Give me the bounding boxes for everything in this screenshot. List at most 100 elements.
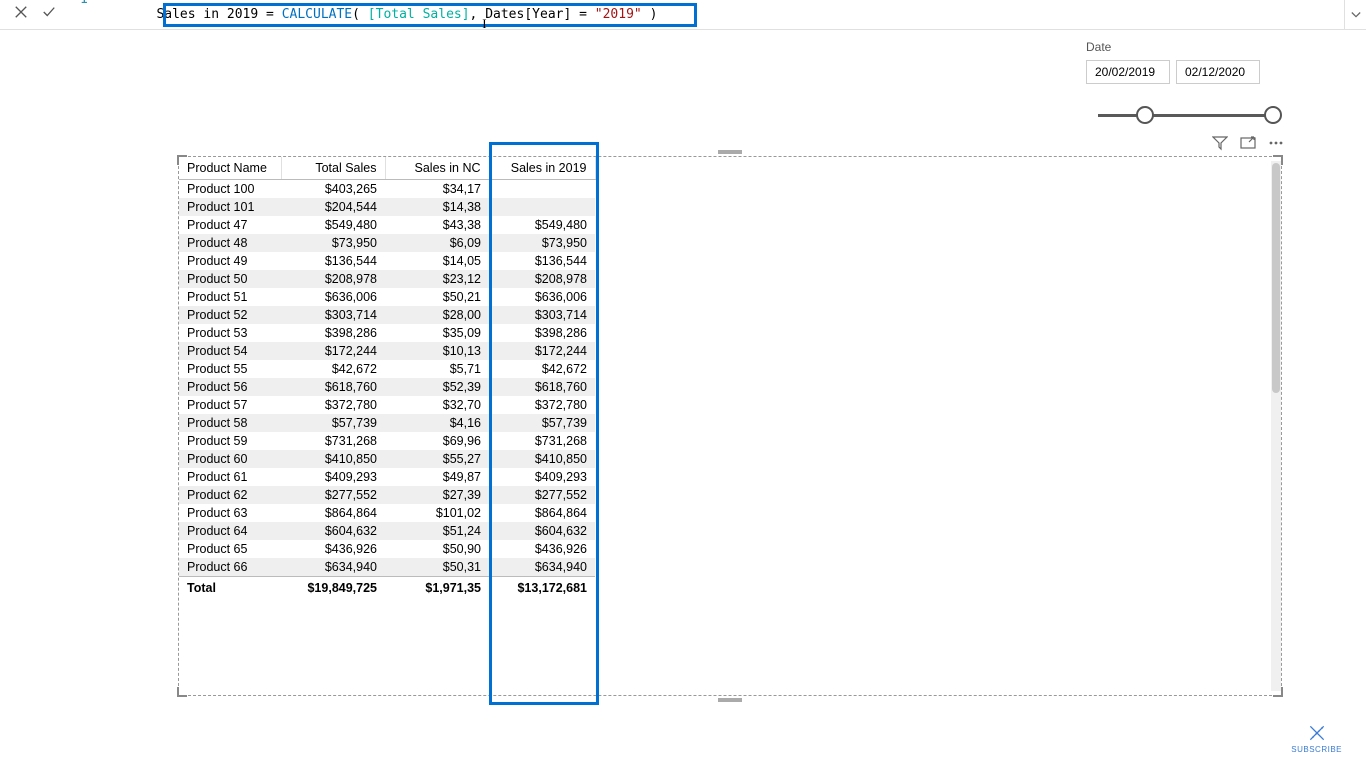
cell-sales-nc: $5,71 bbox=[385, 360, 489, 378]
commit-formula-button[interactable] bbox=[42, 5, 56, 24]
resize-handle-bottom[interactable] bbox=[718, 698, 742, 702]
cell-product-name: Product 47 bbox=[179, 216, 281, 234]
cell-total-sales: $303,714 bbox=[281, 306, 385, 324]
formula-input-area[interactable]: 1 Sales in 2019 = CALCULATE( [Total Sale… bbox=[70, 0, 1344, 29]
close-icon bbox=[14, 5, 28, 19]
cell-total-sales: $549,480 bbox=[281, 216, 385, 234]
table-row[interactable]: Product 48$73,950$6,09$73,950 bbox=[179, 234, 595, 252]
slider-thumb-end[interactable] bbox=[1264, 106, 1282, 124]
cell-sales-nc: $14,05 bbox=[385, 252, 489, 270]
visual-header-icons bbox=[1212, 135, 1284, 156]
cell-product-name: Product 101 bbox=[179, 198, 281, 216]
date-end-input[interactable] bbox=[1176, 60, 1260, 84]
resize-handle-bl[interactable] bbox=[177, 687, 187, 697]
cell-sales-nc: $23,12 bbox=[385, 270, 489, 288]
ellipsis-icon bbox=[1268, 135, 1284, 151]
table-row[interactable]: Product 58$57,739$4,16$57,739 bbox=[179, 414, 595, 432]
cell-product-name: Product 100 bbox=[179, 180, 281, 199]
cell-sales-nc: $49,87 bbox=[385, 468, 489, 486]
table-row[interactable]: Product 56$618,760$52,39$618,760 bbox=[179, 378, 595, 396]
cell-total-sales: $403,265 bbox=[281, 180, 385, 199]
column-header-sales-2019[interactable]: Sales in 2019 bbox=[489, 157, 595, 180]
cell-sales-2019: $277,552 bbox=[489, 486, 595, 504]
cell-total-sales: $618,760 bbox=[281, 378, 385, 396]
table-row[interactable]: Product 61$409,293$49,87$409,293 bbox=[179, 468, 595, 486]
cell-product-name: Product 65 bbox=[179, 540, 281, 558]
cell-sales-nc: $43,38 bbox=[385, 216, 489, 234]
table-row[interactable]: Product 57$372,780$32,70$372,780 bbox=[179, 396, 595, 414]
cell-total-sales: $410,850 bbox=[281, 450, 385, 468]
table-row[interactable]: Product 60$410,850$55,27$410,850 bbox=[179, 450, 595, 468]
table-row[interactable]: Product 51$636,006$50,21$636,006 bbox=[179, 288, 595, 306]
cell-product-name: Product 66 bbox=[179, 558, 281, 577]
subscribe-badge[interactable]: SUBSCRIBE bbox=[1291, 723, 1342, 754]
table-row[interactable]: Product 49$136,544$14,05$136,544 bbox=[179, 252, 595, 270]
cell-total-sales: $634,940 bbox=[281, 558, 385, 577]
table-row[interactable]: Product 54$172,244$10,13$172,244 bbox=[179, 342, 595, 360]
table-header-row: Product Name Total Sales Sales in NC Sal… bbox=[179, 157, 595, 180]
formula-line-number: 1 bbox=[80, 0, 88, 7]
scrollbar-thumb[interactable] bbox=[1272, 163, 1280, 393]
date-start-input[interactable] bbox=[1086, 60, 1170, 84]
cell-sales-nc: $35,09 bbox=[385, 324, 489, 342]
resize-handle-top[interactable] bbox=[718, 150, 742, 154]
more-options-button[interactable] bbox=[1268, 135, 1284, 156]
cell-sales-2019: $73,950 bbox=[489, 234, 595, 252]
cell-product-name: Product 63 bbox=[179, 504, 281, 522]
cancel-formula-button[interactable] bbox=[14, 5, 28, 24]
cell-product-name: Product 49 bbox=[179, 252, 281, 270]
date-range-slider[interactable] bbox=[1086, 96, 1286, 136]
cell-sales-2019: $410,850 bbox=[489, 450, 595, 468]
cell-sales-2019: $57,739 bbox=[489, 414, 595, 432]
resize-handle-tl[interactable] bbox=[177, 155, 187, 165]
focus-mode-button[interactable] bbox=[1240, 135, 1256, 156]
column-header-sales-nc[interactable]: Sales in NC bbox=[385, 157, 489, 180]
cell-total-sales: $172,244 bbox=[281, 342, 385, 360]
cell-sales-2019 bbox=[489, 180, 595, 199]
expand-formula-bar-button[interactable] bbox=[1344, 0, 1366, 29]
date-slicer-label: Date bbox=[1086, 40, 1286, 54]
cell-product-name: Product 55 bbox=[179, 360, 281, 378]
cell-sales-2019: $436,926 bbox=[489, 540, 595, 558]
cell-sales-nc: $50,21 bbox=[385, 288, 489, 306]
table-row[interactable]: Product 66$634,940$50,31$634,940 bbox=[179, 558, 595, 577]
table-scrollbar[interactable] bbox=[1271, 161, 1281, 691]
slider-thumb-start[interactable] bbox=[1136, 106, 1154, 124]
cell-product-name: Product 61 bbox=[179, 468, 281, 486]
filter-icon-button[interactable] bbox=[1212, 135, 1228, 156]
column-header-total-sales[interactable]: Total Sales bbox=[281, 157, 385, 180]
table-row[interactable]: Product 53$398,286$35,09$398,286 bbox=[179, 324, 595, 342]
dna-icon bbox=[1307, 723, 1327, 743]
cell-sales-2019: $549,480 bbox=[489, 216, 595, 234]
cell-sales-2019: $864,864 bbox=[489, 504, 595, 522]
cell-total-sales: $372,780 bbox=[281, 396, 385, 414]
table-row[interactable]: Product 59$731,268$69,96$731,268 bbox=[179, 432, 595, 450]
table-row[interactable]: Product 55$42,672$5,71$42,672 bbox=[179, 360, 595, 378]
data-table: Product Name Total Sales Sales in NC Sal… bbox=[179, 157, 596, 599]
cell-product-name: Product 58 bbox=[179, 414, 281, 432]
cell-total-sales: $864,864 bbox=[281, 504, 385, 522]
table-visual[interactable]: Product Name Total Sales Sales in NC Sal… bbox=[178, 156, 1282, 696]
formula-text: Sales in 2019 = CALCULATE( [Total Sales]… bbox=[94, 0, 658, 37]
cell-sales-2019: $634,940 bbox=[489, 558, 595, 577]
table-row[interactable]: Product 64$604,632$51,24$604,632 bbox=[179, 522, 595, 540]
table-row[interactable]: Product 63$864,864$101,02$864,864 bbox=[179, 504, 595, 522]
total-total-sales: $19,849,725 bbox=[281, 577, 385, 600]
cell-product-name: Product 56 bbox=[179, 378, 281, 396]
table-row[interactable]: Product 52$303,714$28,00$303,714 bbox=[179, 306, 595, 324]
table-row[interactable]: Product 100$403,265$34,17 bbox=[179, 180, 595, 199]
table-row[interactable]: Product 101$204,544$14,38 bbox=[179, 198, 595, 216]
check-icon bbox=[42, 5, 56, 19]
cell-sales-2019: $303,714 bbox=[489, 306, 595, 324]
table-row[interactable]: Product 50$208,978$23,12$208,978 bbox=[179, 270, 595, 288]
cell-product-name: Product 62 bbox=[179, 486, 281, 504]
cell-total-sales: $42,672 bbox=[281, 360, 385, 378]
column-header-product-name[interactable]: Product Name bbox=[179, 157, 281, 180]
table-row[interactable]: Product 62$277,552$27,39$277,552 bbox=[179, 486, 595, 504]
cell-total-sales: $73,950 bbox=[281, 234, 385, 252]
cell-product-name: Product 51 bbox=[179, 288, 281, 306]
table-row[interactable]: Product 65$436,926$50,90$436,926 bbox=[179, 540, 595, 558]
table-row[interactable]: Product 47$549,480$43,38$549,480 bbox=[179, 216, 595, 234]
cell-sales-2019: $409,293 bbox=[489, 468, 595, 486]
chevron-down-icon bbox=[1351, 10, 1361, 20]
